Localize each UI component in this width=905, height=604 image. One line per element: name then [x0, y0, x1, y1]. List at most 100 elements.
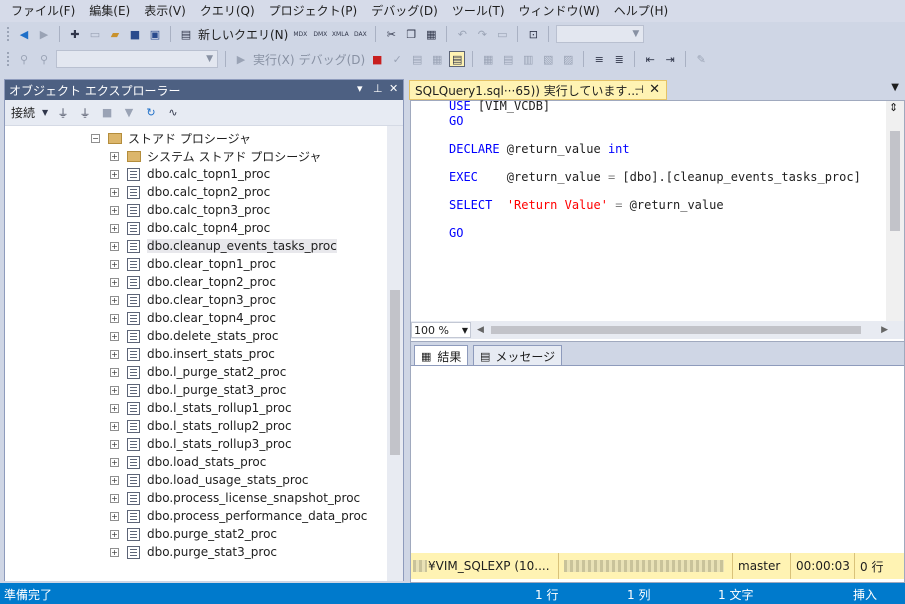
expand-icon[interactable]: +	[110, 205, 119, 215]
scrollbar-thumb[interactable]	[890, 131, 900, 231]
xmla-query-icon[interactable]: XMLA	[332, 26, 349, 42]
expand-icon[interactable]: +	[110, 511, 119, 521]
cut-icon[interactable]: ✂	[383, 26, 399, 42]
menu-edit[interactable]: 編集(E)	[82, 0, 137, 22]
tree-node-procedure[interactable]: + dbo.l_stats_rollup1_proc	[110, 399, 292, 417]
actual-plan-icon[interactable]: ▧	[540, 51, 556, 67]
tree-node-procedure[interactable]: + dbo.delete_stats_proc	[110, 327, 278, 345]
save-icon[interactable]: ■	[127, 26, 143, 42]
scroll-right-icon[interactable]: ▶	[881, 325, 888, 335]
results-text-icon[interactable]: ▤	[500, 51, 516, 67]
tree-node-procedure[interactable]: + dbo.l_stats_rollup2_proc	[110, 417, 292, 435]
redo-icon[interactable]: ↷	[474, 26, 490, 42]
tree-node-procedure[interactable]: + dbo.clear_topn2_proc	[110, 273, 276, 291]
results-file-icon[interactable]: ▥	[520, 51, 536, 67]
expand-icon[interactable]: +	[110, 187, 119, 197]
close-tab-icon[interactable]: ✕	[649, 82, 660, 97]
tree-node-procedure[interactable]: + dbo.calc_topn1_proc	[110, 165, 270, 183]
tree-node-procedure[interactable]: + dbo.clear_topn3_proc	[110, 291, 276, 309]
tree-node-procedure[interactable]: + dbo.clear_topn4_proc	[110, 309, 276, 327]
tree-node-procedure[interactable]: + dbo.l_purge_stat3_proc	[110, 381, 286, 399]
uncomment-icon[interactable]: ≣	[611, 51, 627, 67]
expand-icon[interactable]: +	[110, 259, 119, 269]
specify-template-values-icon[interactable]: ✎	[693, 51, 709, 67]
refresh-icon[interactable]: ↻	[143, 105, 159, 121]
tree-node-stored-procedures[interactable]: − ストアド プロシージャ	[91, 129, 251, 147]
activity-monitor-icon[interactable]: ∿	[165, 105, 181, 121]
tab-sqlquery1[interactable]: SQLQuery1.sql···65)) 実行しています... ⊣ ✕	[409, 80, 667, 100]
menu-project[interactable]: プロジェクト(P)	[262, 0, 365, 22]
new-query-button[interactable]: 新しいクエリ(N)	[198, 26, 288, 43]
expand-icon[interactable]: +	[110, 421, 119, 431]
tree-node-procedure[interactable]: + dbo.calc_topn2_proc	[110, 183, 270, 201]
results-grid-icon[interactable]: ▦	[480, 51, 496, 67]
copy-icon[interactable]: ❐	[403, 26, 419, 42]
zoom-combo[interactable]: 100 % ▼	[411, 322, 471, 338]
chevron-down-icon[interactable]: ▼	[41, 105, 49, 121]
stop-icon[interactable]: ■	[99, 105, 115, 121]
connect-plug-icon[interactable]: ⏚	[55, 105, 71, 121]
decrease-indent-icon[interactable]: ⇤	[642, 51, 658, 67]
tree-node-procedure[interactable]: + dbo.l_purge_stat2_proc	[110, 363, 286, 381]
estimated-plan-icon[interactable]: ▤	[409, 51, 425, 67]
tab-messages[interactable]: ▤ メッセージ	[473, 345, 563, 366]
menu-window[interactable]: ウィンドウ(W)	[512, 0, 607, 22]
tree-node-procedure[interactable]: + dbo.calc_topn4_proc	[110, 219, 270, 237]
scrollbar-thumb[interactable]	[390, 290, 400, 455]
debug-button[interactable]: デバッグ(D)	[299, 51, 366, 68]
query-options-icon[interactable]: ▦	[429, 51, 445, 67]
expand-icon[interactable]: +	[110, 331, 119, 341]
menu-query[interactable]: クエリ(Q)	[193, 0, 262, 22]
tree-node-procedure[interactable]: + dbo.load_stats_proc	[110, 453, 266, 471]
menu-file[interactable]: ファイル(F)	[4, 0, 82, 22]
tree-node-procedure[interactable]: + dbo.calc_topn3_proc	[110, 201, 270, 219]
client-stats-icon[interactable]: ▨	[560, 51, 576, 67]
disconnect-icon[interactable]: ⏚	[77, 105, 93, 121]
expand-icon[interactable]: +	[110, 241, 119, 251]
solution-configuration-combo[interactable]: ▼	[556, 25, 645, 43]
paste-icon[interactable]: ▦	[423, 26, 439, 42]
expand-icon[interactable]: +	[110, 223, 119, 233]
expand-icon[interactable]: +	[110, 313, 119, 323]
expand-icon[interactable]: +	[110, 277, 119, 287]
expand-icon[interactable]: +	[110, 439, 119, 449]
chevron-down-icon[interactable]: ▼	[462, 326, 468, 335]
tree-node-procedure[interactable]: + dbo.purge_stat3_proc	[110, 543, 277, 561]
horizontal-scrollbar-thumb[interactable]	[491, 326, 861, 334]
tree-node-procedure[interactable]: + dbo.clear_topn1_proc	[110, 255, 276, 273]
dax-query-icon[interactable]: DAX	[352, 26, 368, 42]
expand-icon[interactable]: +	[110, 385, 119, 395]
dmx-query-icon[interactable]: DMX	[312, 26, 328, 42]
parse-icon[interactable]: ✓	[389, 51, 405, 67]
increase-indent-icon[interactable]: ⇥	[662, 51, 678, 67]
comment-icon[interactable]: ≡	[591, 51, 607, 67]
cancel-query-icon[interactable]: ■	[369, 51, 385, 67]
scroll-left-icon[interactable]: ◀	[477, 325, 484, 335]
toolbar-grip[interactable]	[6, 26, 10, 42]
menu-view[interactable]: 表示(V)	[137, 0, 193, 22]
expand-icon[interactable]: +	[110, 367, 119, 377]
solution-config-icon[interactable]: ⊡	[525, 26, 541, 42]
menu-tools[interactable]: ツール(T)	[445, 0, 512, 22]
filter-icon[interactable]: ▼	[121, 105, 137, 121]
split-icon[interactable]: ⇕	[889, 101, 898, 114]
expand-icon[interactable]: +	[110, 169, 119, 179]
menu-help[interactable]: ヘルプ(H)	[607, 0, 675, 22]
toolbar-grip[interactable]	[6, 51, 10, 67]
expand-icon[interactable]: +	[110, 547, 119, 557]
tree-node-procedure[interactable]: + dbo.process_license_snapshot_proc	[110, 489, 360, 507]
expand-icon[interactable]: +	[110, 151, 119, 161]
forward-icon[interactable]: ▶	[36, 26, 52, 42]
undo-icon[interactable]: ↶	[454, 26, 470, 42]
tree-node-procedure[interactable]: + dbo.cleanup_events_tasks_proc	[110, 237, 337, 255]
save-all-icon[interactable]: ▣	[147, 26, 163, 42]
window-position-icon[interactable]: ▾	[357, 82, 363, 95]
tab-results[interactable]: ▦ 結果	[414, 345, 469, 366]
tree-node-procedure[interactable]: + dbo.purge_stat2_proc	[110, 525, 277, 543]
tree-node-procedure[interactable]: + dbo.process_performance_data_proc	[110, 507, 367, 525]
pin-tab-icon[interactable]: ⊣	[634, 83, 644, 96]
close-icon[interactable]: ✕	[389, 82, 398, 95]
open-file-icon[interactable]: ▰	[107, 26, 123, 42]
menu-debug[interactable]: デバッグ(D)	[364, 0, 445, 22]
change-connection-icon[interactable]: ⚲	[36, 51, 52, 67]
